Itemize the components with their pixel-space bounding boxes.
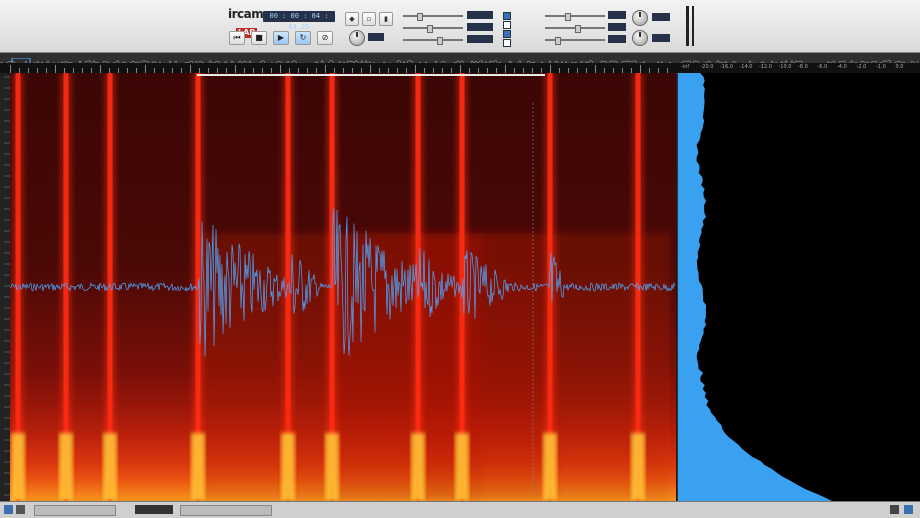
frequency-scale-ticks xyxy=(4,76,10,496)
lock-icon: ▮ xyxy=(384,15,388,23)
transient-beam xyxy=(101,73,119,501)
transient-beam xyxy=(629,73,647,501)
param-slider-2[interactable] xyxy=(403,25,463,33)
option-checkbox-3[interactable] xyxy=(503,30,511,38)
ruler-tick xyxy=(100,65,101,73)
param-readout-5 xyxy=(608,23,626,31)
spectrum-db-scale: -inf -20.0 -16.0 -14.0 -12.0 -10.0 -8.0 -6.0 -4.… xyxy=(677,63,920,73)
spectrum-scale-label: -6.0 xyxy=(817,64,828,70)
option-checkbox-1[interactable] xyxy=(503,12,511,20)
panel-toggle-button[interactable] xyxy=(904,505,913,514)
status-bar xyxy=(0,501,920,518)
mix-readout xyxy=(652,34,670,42)
spectrum-scale-label: -inf xyxy=(681,64,690,70)
param-slider-4[interactable] xyxy=(545,13,605,21)
param-readout-3 xyxy=(467,35,493,43)
param-slider-3[interactable] xyxy=(403,37,463,45)
spectrum-analyzer-graph xyxy=(678,73,832,501)
toolbar-divider xyxy=(692,6,694,46)
zoom-readout xyxy=(135,505,173,514)
ruler-tick xyxy=(550,65,551,73)
spectrum-scale-label: -4.0 xyxy=(837,64,847,70)
transient-beam xyxy=(453,73,471,501)
time-display: 00 : 00 : 04 : 63.25 xyxy=(263,11,335,31)
spectrum-scale-label: -14.0 xyxy=(739,64,753,70)
ruler-tick xyxy=(10,65,11,73)
loop-button[interactable]: ↻ xyxy=(295,31,311,45)
ruler-tick xyxy=(145,65,146,73)
ruler-tick xyxy=(190,65,191,73)
record-button[interactable]: ⊘ xyxy=(317,31,333,45)
mix-knob[interactable] xyxy=(632,30,648,46)
param-slider-6[interactable] xyxy=(545,37,605,45)
spectrogram-canvas xyxy=(10,73,676,501)
spectrum-analyzer-panel xyxy=(677,73,920,501)
loop-icon: ↻ xyxy=(299,33,307,42)
param-readout-6 xyxy=(608,35,626,43)
vertical-zoom-slider[interactable] xyxy=(180,505,272,516)
lock-button[interactable]: ▮ xyxy=(379,12,393,26)
spectrum-scale-label: -8.0 xyxy=(798,64,808,70)
logo-line1: ircam xyxy=(228,7,264,21)
ruler-tick xyxy=(505,65,506,73)
param-readout-1 xyxy=(467,11,493,19)
play-button[interactable]: ▶ xyxy=(273,31,289,45)
option-checkbox-4[interactable] xyxy=(503,39,511,47)
skip-to-start-icon: ⏮ xyxy=(233,33,241,42)
horizontal-zoom-slider[interactable] xyxy=(34,505,116,516)
param-slider-5[interactable] xyxy=(545,25,605,33)
option-checkbox-2[interactable] xyxy=(503,21,511,29)
param-slider-1[interactable] xyxy=(403,13,463,21)
view-mode-button[interactable] xyxy=(4,505,13,514)
main-toolbar: ircam LAB 00 : 00 : 04 : 63.25 ⏮ ■ ▶ ↻ ⊘… xyxy=(0,0,920,53)
ruler-tick xyxy=(370,65,371,73)
gain-readout xyxy=(652,13,670,21)
zoom-button[interactable] xyxy=(16,505,25,514)
play-icon: ▶ xyxy=(277,33,285,42)
skip-to-start-button[interactable]: ⏮ xyxy=(229,31,245,45)
gain-knob[interactable] xyxy=(632,10,648,26)
spectrum-scale-label: 0.0 xyxy=(895,64,904,70)
grid-icon: ▫ xyxy=(366,15,372,23)
spectrum-scale-label: -20.0 xyxy=(700,64,714,70)
settings-button[interactable] xyxy=(890,505,899,514)
spectrum-scale-label: -1.0 xyxy=(876,64,886,70)
spectrum-scale-label: -12.0 xyxy=(759,64,772,70)
ruler-tick xyxy=(235,65,236,73)
ruler-tick xyxy=(55,65,56,73)
snap-icon: ◆ xyxy=(349,15,355,23)
volume-readout xyxy=(368,33,384,41)
param-readout-2 xyxy=(467,23,493,31)
overview-waveform-strip[interactable] xyxy=(0,53,920,69)
stop-icon: ■ xyxy=(255,33,263,42)
param-readout-4 xyxy=(608,11,626,19)
snap-button[interactable]: ◆ xyxy=(345,12,359,26)
stop-button[interactable]: ■ xyxy=(251,31,267,45)
spectrum-scale-label: -2.0 xyxy=(856,64,867,70)
transient-beam xyxy=(541,73,559,501)
ruler-tick xyxy=(280,65,281,73)
record-icon: ⊘ xyxy=(321,33,329,42)
ruler-tick xyxy=(325,65,326,73)
spectrogram-view[interactable] xyxy=(10,73,676,501)
ruler-tick xyxy=(460,65,461,73)
spectrum-scale-label: -16.0 xyxy=(720,64,733,70)
spectrum-fill xyxy=(678,73,832,501)
spectrum-scale-label: -10.0 xyxy=(778,64,792,70)
toolbar-divider xyxy=(686,6,689,46)
ruler-tick xyxy=(595,65,596,73)
grid-button[interactable]: ▫ xyxy=(362,12,376,26)
volume-knob[interactable] xyxy=(349,30,365,46)
ruler-tick xyxy=(415,65,416,73)
ruler-tick xyxy=(640,65,641,73)
